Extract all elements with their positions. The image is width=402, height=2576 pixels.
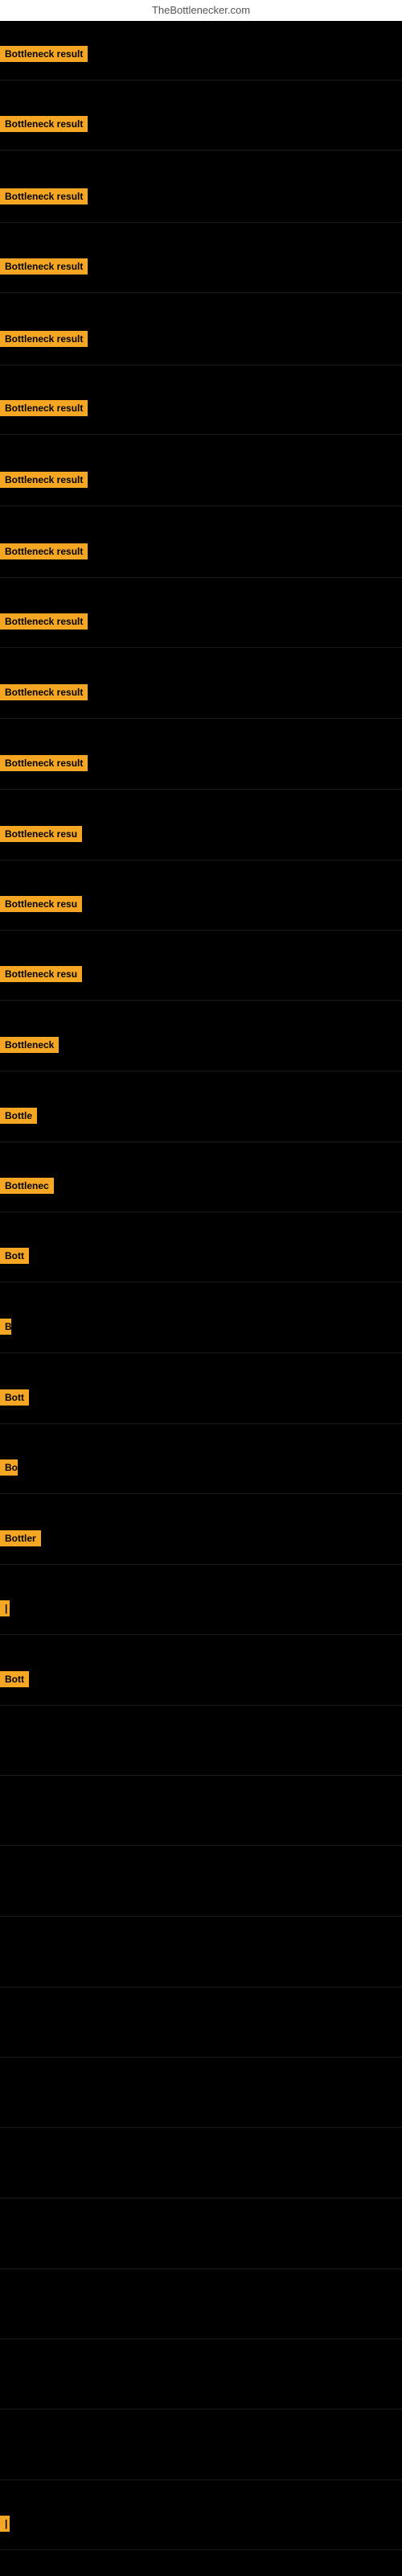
bottleneck-result-item: Bottleneck result	[0, 613, 88, 634]
bottleneck-result-item: Bottler	[0, 1530, 41, 1550]
bottleneck-result-item: Bottleneck result	[0, 116, 88, 136]
row-separator	[0, 2057, 402, 2058]
row-separator	[0, 718, 402, 719]
bottleneck-result-item: Bottleneck result	[0, 46, 88, 66]
row-separator	[0, 1916, 402, 1917]
site-title-bar: TheBottlenecker.com	[0, 0, 402, 21]
bottleneck-label: |	[0, 2516, 10, 2532]
bottleneck-result-item: B	[0, 1319, 11, 1339]
bottleneck-result-item: Bott	[0, 1389, 29, 1410]
row-separator	[0, 222, 402, 223]
bottleneck-label: Bott	[0, 1248, 29, 1264]
bottleneck-label: Bottleneck result	[0, 400, 88, 416]
row-separator	[0, 789, 402, 790]
bottleneck-result-item: |	[0, 2516, 10, 2536]
bottleneck-label: Bottleneck result	[0, 46, 88, 62]
row-separator	[0, 2479, 402, 2480]
row-separator	[0, 860, 402, 861]
bottleneck-label: Bottleneck result	[0, 258, 88, 275]
bottleneck-label: Bottleneck result	[0, 188, 88, 204]
bottleneck-result-item: Bottleneck result	[0, 472, 88, 492]
bottleneck-result-item: Bottleneck result	[0, 684, 88, 704]
row-separator	[0, 292, 402, 293]
row-separator	[0, 1987, 402, 1988]
bottleneck-label: Bottleneck resu	[0, 826, 82, 842]
rows-container: Bottleneck result Bottleneck result Bottle…	[0, 0, 402, 2576]
bottleneck-label: Bottleneck result	[0, 543, 88, 559]
bottleneck-label: |	[0, 1600, 10, 1616]
bottleneck-result-item: Bottleneck result	[0, 188, 88, 208]
bottleneck-result-item: Bottleneck resu	[0, 966, 82, 986]
bottleneck-result-item: Bottleneck result	[0, 543, 88, 564]
bottleneck-label: Bottleneck result	[0, 331, 88, 347]
row-separator	[0, 2127, 402, 2128]
row-separator	[0, 1493, 402, 1494]
bottleneck-result-item: Bottlenec	[0, 1178, 54, 1198]
row-separator	[0, 647, 402, 648]
site-title: TheBottlenecker.com	[152, 4, 250, 16]
row-separator	[0, 2268, 402, 2269]
bottleneck-result-item: Bottleneck resu	[0, 896, 82, 916]
bottleneck-label: Bott	[0, 1671, 29, 1687]
bottleneck-label: Bottleneck	[0, 1037, 59, 1053]
bottleneck-result-item: Bott	[0, 1671, 29, 1691]
bottleneck-result-item: Bottleneck result	[0, 258, 88, 279]
row-separator	[0, 1705, 402, 1706]
row-separator	[0, 1845, 402, 1846]
bottleneck-label: B	[0, 1319, 11, 1335]
bottleneck-result-item: Bottle	[0, 1108, 37, 1128]
bottleneck-result-item: Bottleneck result	[0, 755, 88, 775]
row-separator	[0, 1352, 402, 1353]
bottleneck-result-item: |	[0, 1600, 10, 1620]
bottleneck-label: Bottler	[0, 1530, 41, 1546]
row-separator	[0, 577, 402, 578]
bottleneck-label: Bottlenec	[0, 1178, 54, 1194]
row-separator	[0, 2549, 402, 2550]
bottleneck-label: Bott	[0, 1389, 29, 1406]
row-separator	[0, 1564, 402, 1565]
bottleneck-label: Bottleneck result	[0, 684, 88, 700]
bottleneck-result-item: Bottleneck result	[0, 331, 88, 351]
bottleneck-label: Bo	[0, 1459, 18, 1476]
bottleneck-result-item: Bottleneck result	[0, 400, 88, 420]
bottleneck-label: Bottleneck resu	[0, 896, 82, 912]
bottleneck-label: Bottleneck result	[0, 755, 88, 771]
bottleneck-label: Bottleneck result	[0, 472, 88, 488]
bottleneck-label: Bottle	[0, 1108, 37, 1124]
bottleneck-label: Bottleneck result	[0, 116, 88, 132]
row-separator	[0, 434, 402, 435]
bottleneck-label: Bottleneck result	[0, 613, 88, 630]
bottleneck-label: Bottleneck resu	[0, 966, 82, 982]
row-separator	[0, 930, 402, 931]
bottleneck-result-item: Bottleneck resu	[0, 826, 82, 846]
bottleneck-result-item: Bottleneck	[0, 1037, 59, 1057]
bottleneck-result-item: Bott	[0, 1248, 29, 1268]
row-separator	[0, 1775, 402, 1776]
row-separator	[0, 1000, 402, 1001]
row-separator	[0, 1423, 402, 1424]
bottleneck-result-item: Bo	[0, 1459, 18, 1480]
row-separator	[0, 1634, 402, 1635]
row-separator	[0, 150, 402, 151]
row-separator	[0, 1141, 402, 1142]
